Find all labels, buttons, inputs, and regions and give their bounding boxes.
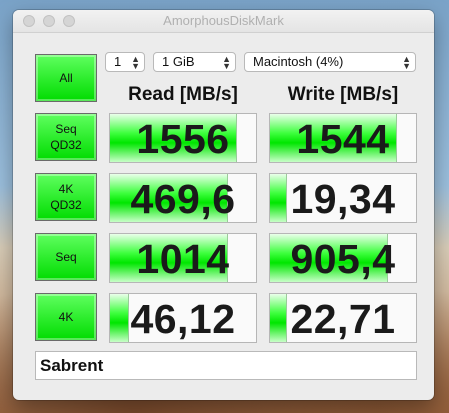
read-result-value: 1014 [136,236,230,282]
comment-field[interactable]: Sabrent [35,351,417,380]
read-result-cell: 1556 [109,113,257,163]
write-result-value: 19,34 [290,176,396,222]
close-window-button[interactable] [23,15,35,27]
minimize-window-button[interactable] [43,15,55,27]
chevron-down-icon: ▼ [131,61,140,71]
test-count-select[interactable]: 1 ▲ ▼ [105,52,145,72]
window-controls [23,15,75,27]
row-label-line2: QD32 [50,198,82,212]
app-window: AmorphousDiskMark All 1 ▲ ▼ 1 GiB ▲ ▼ Ma… [13,10,434,400]
all-test-label: All [59,71,73,85]
read-result-cell: 469,6 [109,173,257,223]
read-result-value: 469,6 [130,176,236,222]
target-volume-value: Macintosh (4%) [253,54,344,69]
title-bar: AmorphousDiskMark [13,10,434,33]
write-result-value: 1544 [296,116,390,162]
seq-test-button[interactable]: Seq [35,233,97,281]
window-title: AmorphousDiskMark [163,13,284,28]
write-result-cell: 905,4 [269,233,417,283]
controls-row: 1 ▲ ▼ 1 GiB ▲ ▼ Macintosh (4%) ▲ ▼ [105,52,416,72]
write-result-cell: 22,71 [269,293,417,343]
test-size-select[interactable]: 1 GiB ▲ ▼ [153,52,236,72]
read-result-value: 1556 [136,116,230,162]
4k-qd32-test-button[interactable]: 4K QD32 [35,173,97,221]
write-header: Write [MB/s] [287,84,399,105]
chevron-down-icon: ▼ [222,61,231,71]
row-label-line1: 4K [58,182,74,196]
4k-test-button[interactable]: 4K [35,293,97,341]
row-label-line2: QD32 [50,138,82,152]
chevron-down-icon: ▼ [402,61,411,71]
target-volume-select[interactable]: Macintosh (4%) ▲ ▼ [244,52,416,72]
row-label-line1: 4K [58,310,74,324]
write-result-value: 22,71 [290,296,396,342]
seq-qd32-test-button[interactable]: Seq QD32 [35,113,97,161]
zoom-window-button[interactable] [63,15,75,27]
write-result-cell: 1544 [269,113,417,163]
write-result-cell: 19,34 [269,173,417,223]
read-header: Read [MB/s] [128,84,238,105]
read-result-value: 46,12 [130,296,236,342]
write-result-value: 905,4 [290,236,396,282]
all-test-button[interactable]: All [35,54,97,102]
test-count-value: 1 [114,54,122,69]
row-label-line1: Seq [55,122,77,136]
row-label-line1: Seq [55,250,77,264]
read-result-cell: 46,12 [109,293,257,343]
read-result-cell: 1014 [109,233,257,283]
test-size-value: 1 GiB [162,54,195,69]
